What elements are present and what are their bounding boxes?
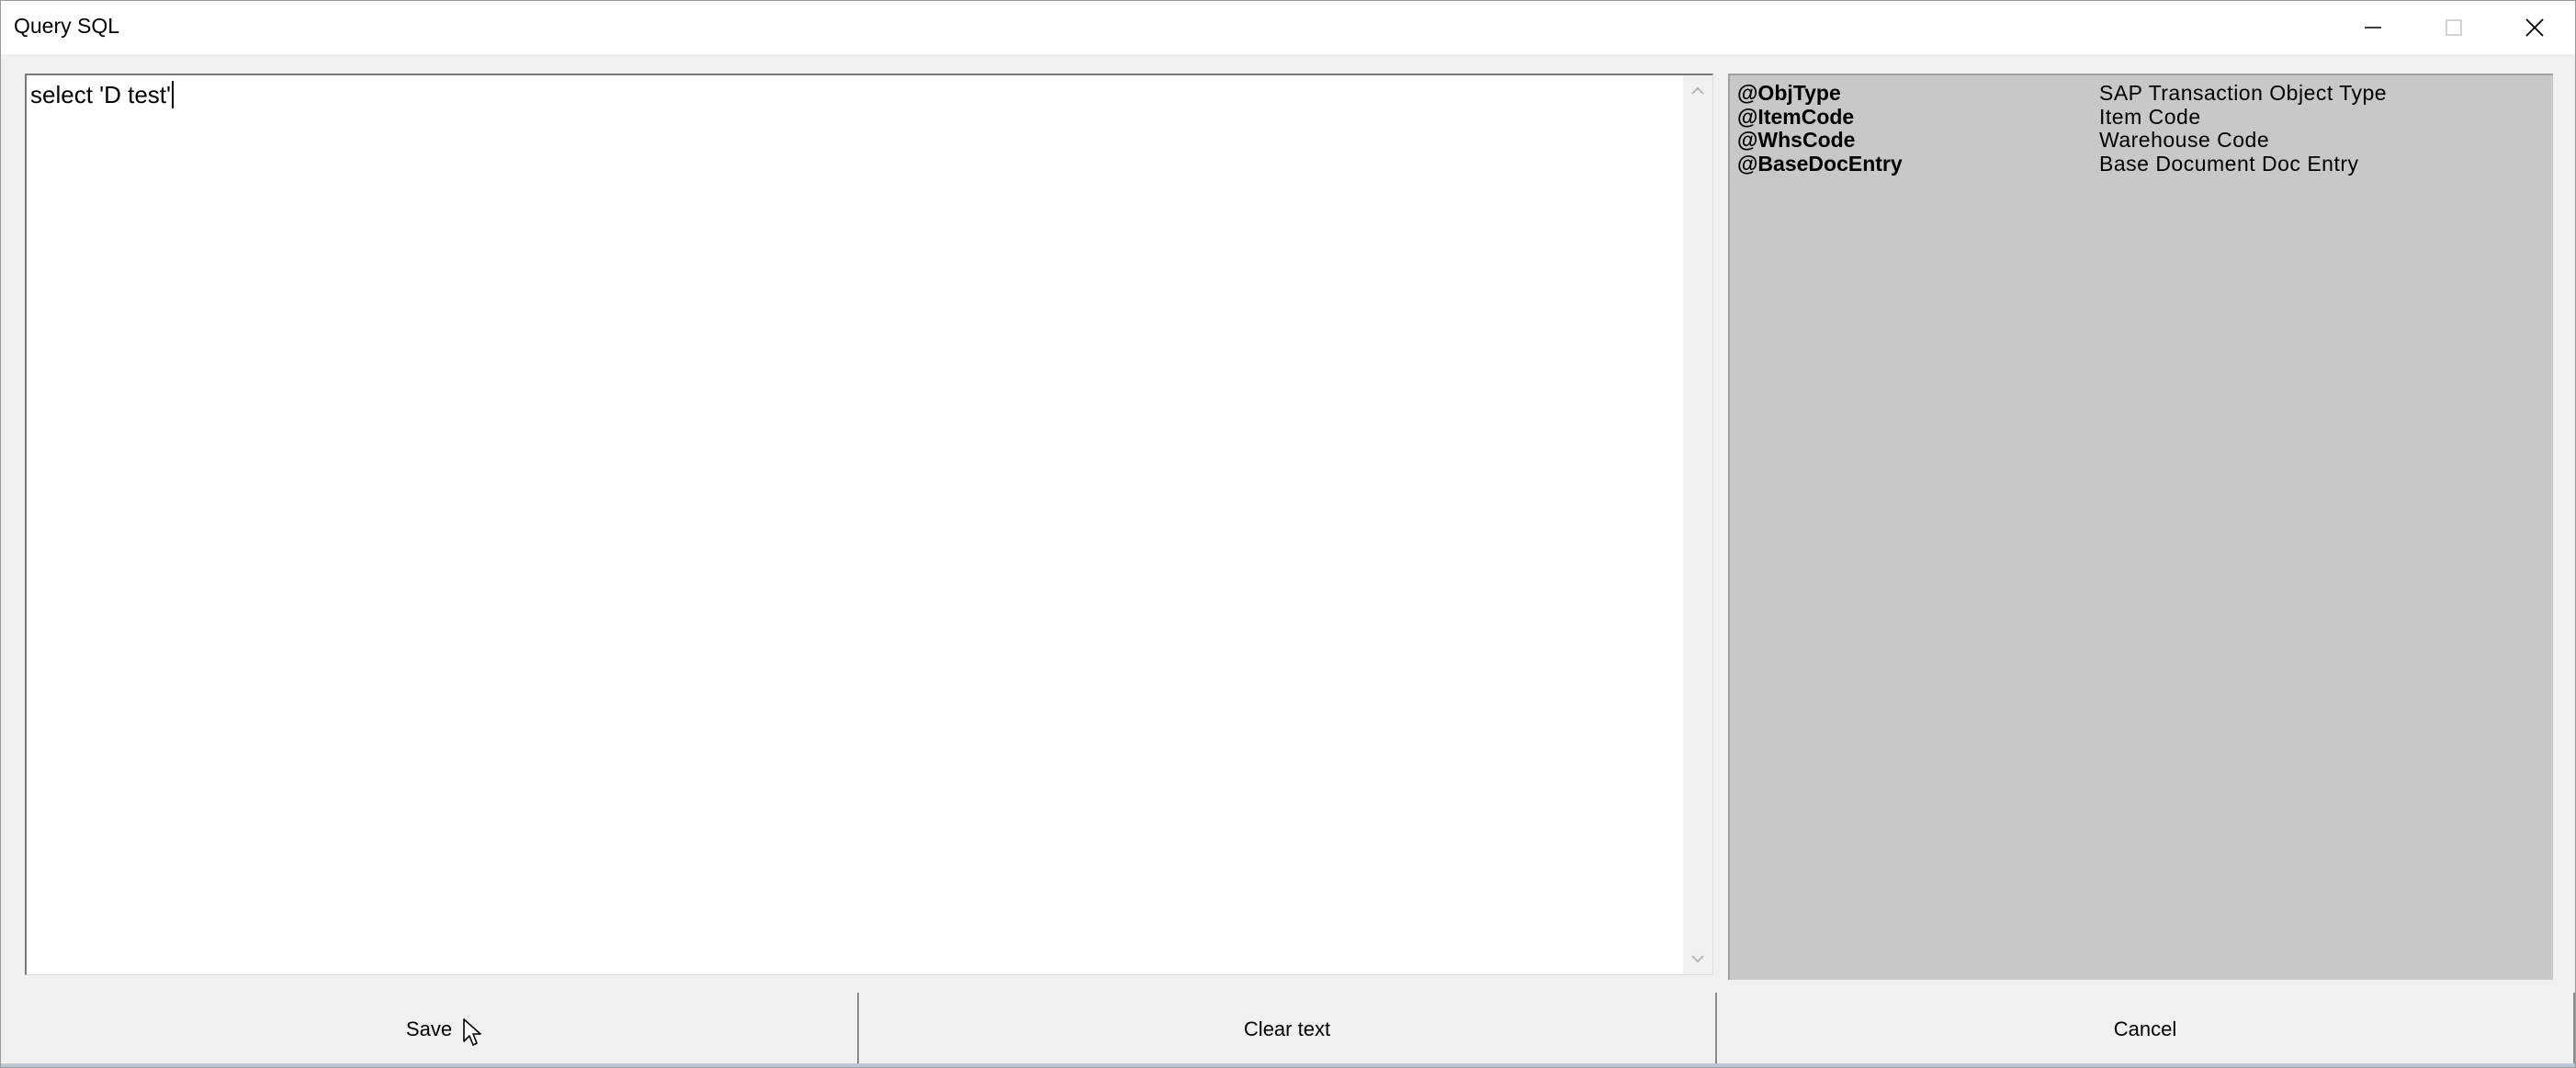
minimize-button[interactable] <box>2333 1 2413 54</box>
variable-name: @ItemCode <box>1737 105 1855 129</box>
chevron-down-icon <box>1691 955 1704 963</box>
sql-editor-text: select 'D test' <box>30 81 171 108</box>
variable-row: @ObjType SAP Transaction Object Type <box>1737 81 2546 105</box>
variables-panel: @ObjType SAP Transaction Object Type @It… <box>1728 74 2553 980</box>
maximize-icon <box>2446 19 2462 36</box>
minimize-icon <box>2365 27 2381 28</box>
variable-row: @WhsCode Warehouse Code <box>1737 128 2546 152</box>
clear-text-button[interactable]: Clear text <box>859 993 1717 1066</box>
variable-row: @ItemCode Item Code <box>1737 105 2546 129</box>
chevron-up-icon <box>1691 86 1704 95</box>
query-sql-window: Query SQL select 'D test' @ObjType SAP T… <box>0 0 2576 1068</box>
text-caret <box>171 81 174 108</box>
scroll-down-button[interactable] <box>1683 943 1712 974</box>
sql-editor[interactable]: select 'D test' <box>25 74 1713 975</box>
close-icon <box>2525 18 2544 37</box>
taskbar-edge <box>1 1063 2575 1067</box>
maximize-button[interactable] <box>2413 1 2494 54</box>
title-bar[interactable]: Query SQL <box>1 1 2575 54</box>
save-button[interactable]: Save <box>1 993 859 1066</box>
variable-name: @BaseDocEntry <box>1737 152 1903 176</box>
variable-name: @ObjType <box>1737 81 1841 105</box>
variable-description: Warehouse Code <box>2099 128 2270 152</box>
variable-description: SAP Transaction Object Type <box>2099 81 2388 105</box>
mouse-pointer-icon <box>463 1018 481 1046</box>
variable-row: @BaseDocEntry Base Document Doc Entry <box>1737 152 2546 176</box>
window-title: Query SQL <box>14 14 120 38</box>
cancel-button[interactable]: Cancel <box>1717 993 2575 1066</box>
close-button[interactable] <box>2494 1 2575 54</box>
editor-scrollbar[interactable] <box>1683 75 1712 974</box>
variable-name: @WhsCode <box>1737 128 1856 152</box>
variable-description: Item Code <box>2099 105 2201 129</box>
variable-description: Base Document Doc Entry <box>2099 152 2359 176</box>
scroll-up-button[interactable] <box>1683 75 1712 107</box>
